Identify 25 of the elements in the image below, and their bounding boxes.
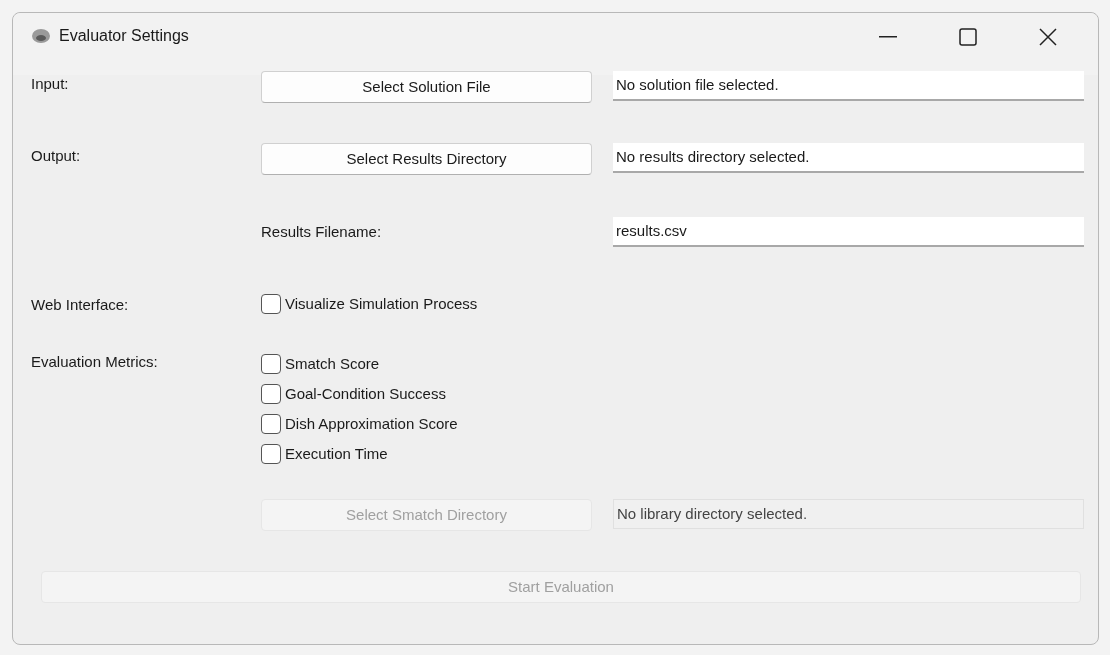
field-label: Input: — [31, 74, 70, 94]
field-label: Web Interface: — [31, 294, 130, 315]
checkbox-box — [261, 354, 281, 374]
checkbox[interactable]: Goal-Condition Success — [261, 379, 458, 409]
checkbox[interactable]: Visualize Simulation Process — [261, 289, 478, 319]
checkbox[interactable]: Smatch Score — [261, 349, 458, 379]
checkbox-box — [261, 444, 281, 464]
checkbox-box — [261, 294, 281, 314]
field-label: Output: — [31, 146, 82, 166]
checkbox-box — [261, 414, 281, 434]
minimize-icon — [879, 36, 897, 38]
window-title: Evaluator Settings — [59, 27, 189, 45]
maximize-icon — [959, 28, 977, 46]
field-label: Results Filename: — [261, 221, 383, 242]
checkbox[interactable]: Execution Time — [261, 439, 458, 469]
select-button[interactable]: Select Results Directory — [261, 143, 592, 175]
select-button[interactable]: Select Solution File — [261, 71, 592, 103]
checkbox-box — [261, 384, 281, 404]
text-field[interactable]: No solution file selected. — [613, 71, 1084, 101]
field-label: Evaluation Metrics: — [31, 352, 159, 372]
checkbox[interactable]: Dish Approximation Score — [261, 409, 458, 439]
text-field[interactable]: No results directory selected. — [613, 143, 1084, 173]
text-field[interactable]: results.csv — [613, 217, 1084, 247]
close-icon — [1039, 28, 1057, 46]
app-icon — [31, 27, 51, 45]
